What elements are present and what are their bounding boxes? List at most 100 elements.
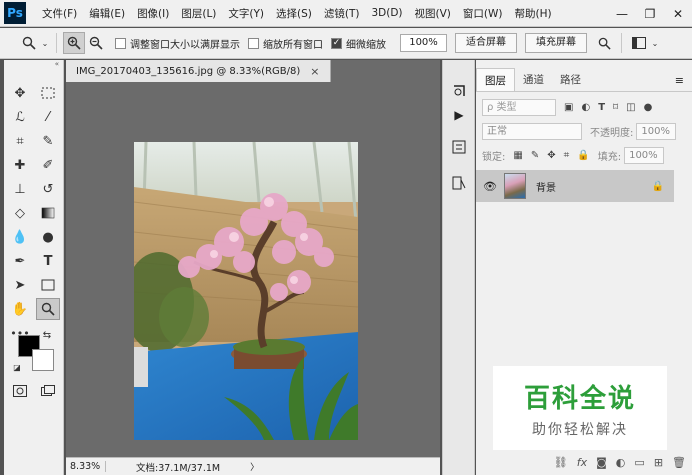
zoom-tool-preset-icon[interactable] xyxy=(18,32,40,54)
menu-window[interactable]: 窗口(W) xyxy=(457,6,509,21)
checkbox-box[interactable] xyxy=(115,37,126,49)
minimize-button[interactable]: — xyxy=(608,0,636,27)
close-button[interactable]: ✕ xyxy=(664,0,692,27)
dodge-tool-icon[interactable]: ● xyxy=(36,226,60,248)
layers-footer: ⛓ fx ◙ ◐ ▭ ⊞ 🗑 xyxy=(476,450,692,475)
search-icon[interactable] xyxy=(593,32,615,54)
scrubby-zoom-checkbox[interactable]: ✓ 细微缩放 xyxy=(331,36,386,51)
tab-paths[interactable]: 路径 xyxy=(552,68,589,91)
brush-settings-icon[interactable] xyxy=(448,172,470,194)
crop-tool-icon[interactable]: ⌗ xyxy=(8,130,32,152)
quick-mask-icon[interactable] xyxy=(8,380,32,402)
fx-icon[interactable]: fx xyxy=(577,456,587,469)
watermark-subtitle: 助你轻松解决 xyxy=(532,421,628,438)
mask-icon[interactable]: ◙ xyxy=(596,456,607,469)
magic-wand-tool-icon[interactable]: ⁄ xyxy=(36,106,60,128)
menu-view[interactable]: 视图(V) xyxy=(409,6,457,21)
status-zoom-value[interactable]: 8.33% xyxy=(66,461,106,472)
hand-tool-icon[interactable]: ✋ xyxy=(8,298,32,320)
brush-tool-icon[interactable]: ✐ xyxy=(36,154,60,176)
collapse-icon[interactable]: « xyxy=(4,60,63,70)
shape-filter-icon[interactable]: ⌑ xyxy=(613,102,618,113)
zoom-all-windows-checkbox[interactable]: 缩放所有窗口 xyxy=(248,36,323,51)
blend-mode-select[interactable]: 正常 xyxy=(482,122,582,140)
image-filter-icon[interactable]: ▣ xyxy=(564,102,573,113)
blur-tool-icon[interactable]: 💧 xyxy=(8,226,32,248)
zoom-tool-icon[interactable] xyxy=(36,298,60,320)
eyedropper-tool-icon[interactable]: ✎ xyxy=(36,130,60,152)
checkbox-box[interactable] xyxy=(248,37,259,49)
tab-layers[interactable]: 图层 xyxy=(476,68,515,91)
smart-object-filter-icon[interactable]: ◫ xyxy=(626,102,635,113)
lock-artboard-icon[interactable]: ⌗ xyxy=(564,150,570,161)
menu-filter[interactable]: 滤镜(T) xyxy=(318,6,366,21)
status-menu-arrow[interactable]: 〉 xyxy=(250,460,259,473)
gradient-tool-icon[interactable] xyxy=(36,202,60,224)
resize-windows-checkbox[interactable]: 调整窗口大小以满屏显示 xyxy=(115,36,240,51)
link-icon[interactable]: ⛓ xyxy=(554,456,568,469)
default-colors-icon[interactable]: ◪ xyxy=(10,361,24,373)
zoom-value-field[interactable]: 100% xyxy=(400,34,447,52)
lock-all-icon[interactable]: 🔒 xyxy=(577,150,589,161)
trash-icon[interactable]: 🗑 xyxy=(672,456,686,469)
background-color-swatch[interactable] xyxy=(32,349,54,371)
history-panel-icon[interactable] xyxy=(448,80,470,102)
properties-panel-icon[interactable] xyxy=(448,136,470,158)
menu-select[interactable]: 选择(S) xyxy=(270,6,318,21)
path-selection-tool-icon[interactable]: ➤ xyxy=(8,274,32,296)
layer-name[interactable]: 背景 xyxy=(536,179,556,194)
layer-filter-select[interactable]: ρ 类型 xyxy=(482,98,556,116)
opacity-label: 不透明度: xyxy=(590,127,634,139)
eraser-tool-icon[interactable]: ◇ xyxy=(8,202,32,224)
lasso-tool-icon[interactable]: ℒ xyxy=(8,106,32,128)
menu-type[interactable]: 文字(Y) xyxy=(222,6,270,21)
checkbox-box[interactable]: ✓ xyxy=(331,37,342,49)
panel-menu-icon[interactable]: ≡ xyxy=(675,74,684,87)
tab-channels[interactable]: 通道 xyxy=(515,68,552,91)
lock-transparent-icon[interactable]: ▦ xyxy=(513,150,522,161)
new-layer-icon[interactable]: ⊞ xyxy=(654,456,663,469)
menu-layer[interactable]: 图层(L) xyxy=(175,6,222,21)
lock-pixels-icon[interactable]: ✎ xyxy=(531,150,539,161)
workspace-icon[interactable] xyxy=(628,32,650,54)
healing-brush-tool-icon[interactable]: ✚ xyxy=(8,154,32,176)
eye-icon[interactable]: 👁 xyxy=(476,180,504,193)
menu-file[interactable]: 文件(F) xyxy=(36,6,83,21)
fill-screen-button[interactable]: 填充屏幕 xyxy=(525,33,587,53)
chevron-down-icon[interactable]: ⌄ xyxy=(40,32,50,54)
play-actions-icon[interactable]: ▶ xyxy=(448,104,470,126)
filter-toggle-icon[interactable]: ● xyxy=(644,102,653,113)
type-filter-icon[interactable]: T xyxy=(598,102,605,113)
opacity-field[interactable]: 100% xyxy=(636,122,677,140)
marquee-tool-icon[interactable] xyxy=(36,82,60,104)
zoom-in-icon[interactable] xyxy=(63,32,85,54)
history-brush-tool-icon[interactable]: ↺ xyxy=(36,178,60,200)
chevron-down-icon[interactable]: ⌄ xyxy=(650,32,660,54)
pen-tool-icon[interactable]: ✒ xyxy=(8,250,32,272)
menu-3d[interactable]: 3D(D) xyxy=(365,7,408,19)
adjustment-icon[interactable]: ◐ xyxy=(616,456,626,469)
swap-colors-icon[interactable]: ⇆ xyxy=(40,328,54,342)
fit-screen-button[interactable]: 适合屏幕 xyxy=(455,33,517,53)
group-icon[interactable]: ▭ xyxy=(634,456,644,469)
layer-row-background[interactable]: 👁 背景 🔒 xyxy=(476,170,674,202)
adjustment-filter-icon[interactable]: ◐ xyxy=(581,102,590,113)
fill-field[interactable]: 100% xyxy=(624,146,665,164)
menu-edit[interactable]: 编辑(E) xyxy=(83,6,131,21)
type-tool-icon[interactable]: T xyxy=(36,250,60,272)
rectangle-tool-icon[interactable] xyxy=(36,274,60,296)
menu-help[interactable]: 帮助(H) xyxy=(509,6,558,21)
canvas-area[interactable] xyxy=(66,82,440,458)
close-icon[interactable]: × xyxy=(310,65,319,78)
menu-image[interactable]: 图像(I) xyxy=(131,6,175,21)
lock-label: 锁定: xyxy=(482,151,506,163)
lock-position-icon[interactable]: ✥ xyxy=(547,150,555,161)
tools-panel: « ✥ ℒ ⁄ ⌗ ✎ ✚ ✐ ⊥ ↺ ◇ 💧 ● ✒ T ➤ ✋ ••• ⇆ … xyxy=(4,60,64,475)
zoom-out-icon[interactable] xyxy=(85,32,107,54)
document-image xyxy=(134,142,358,440)
restore-button[interactable]: ❐ xyxy=(636,0,664,27)
screen-mode-icon[interactable] xyxy=(36,380,60,402)
document-tab[interactable]: IMG_20170403_135616.jpg @ 8.33%(RGB/8) × xyxy=(66,60,331,82)
clone-stamp-tool-icon[interactable]: ⊥ xyxy=(8,178,32,200)
move-tool-icon[interactable]: ✥ xyxy=(8,82,32,104)
